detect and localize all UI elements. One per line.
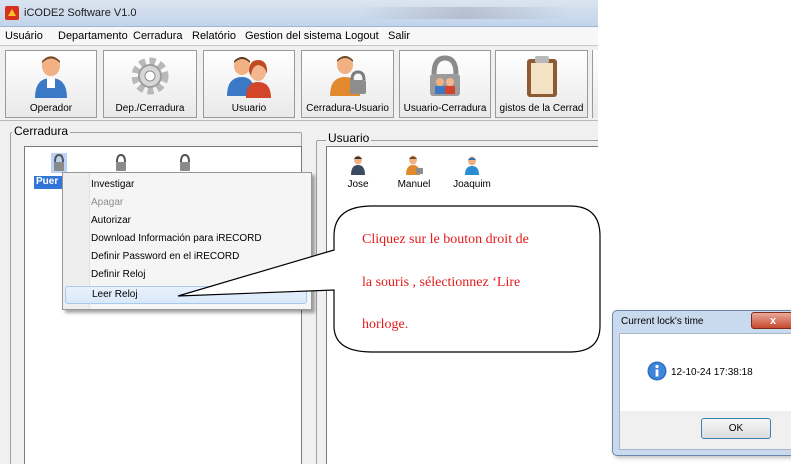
info-icon (647, 361, 667, 381)
dialog-message: 12-10-24 17:38:18 (671, 367, 753, 378)
callout-line-3: horloge. (362, 317, 409, 332)
dialog-close-button[interactable]: x (751, 312, 791, 329)
dialog-title: Current lock's time (621, 316, 704, 327)
callout-line-2: la souris , sélectionnez ‘Lire (362, 275, 521, 290)
ok-button[interactable]: OK (701, 418, 771, 439)
lock-time-dialog: Current lock's time x 12-10-24 17:38:18 … (612, 310, 791, 456)
callout-line-1: Cliquez sur le bouton droit de (362, 232, 529, 247)
